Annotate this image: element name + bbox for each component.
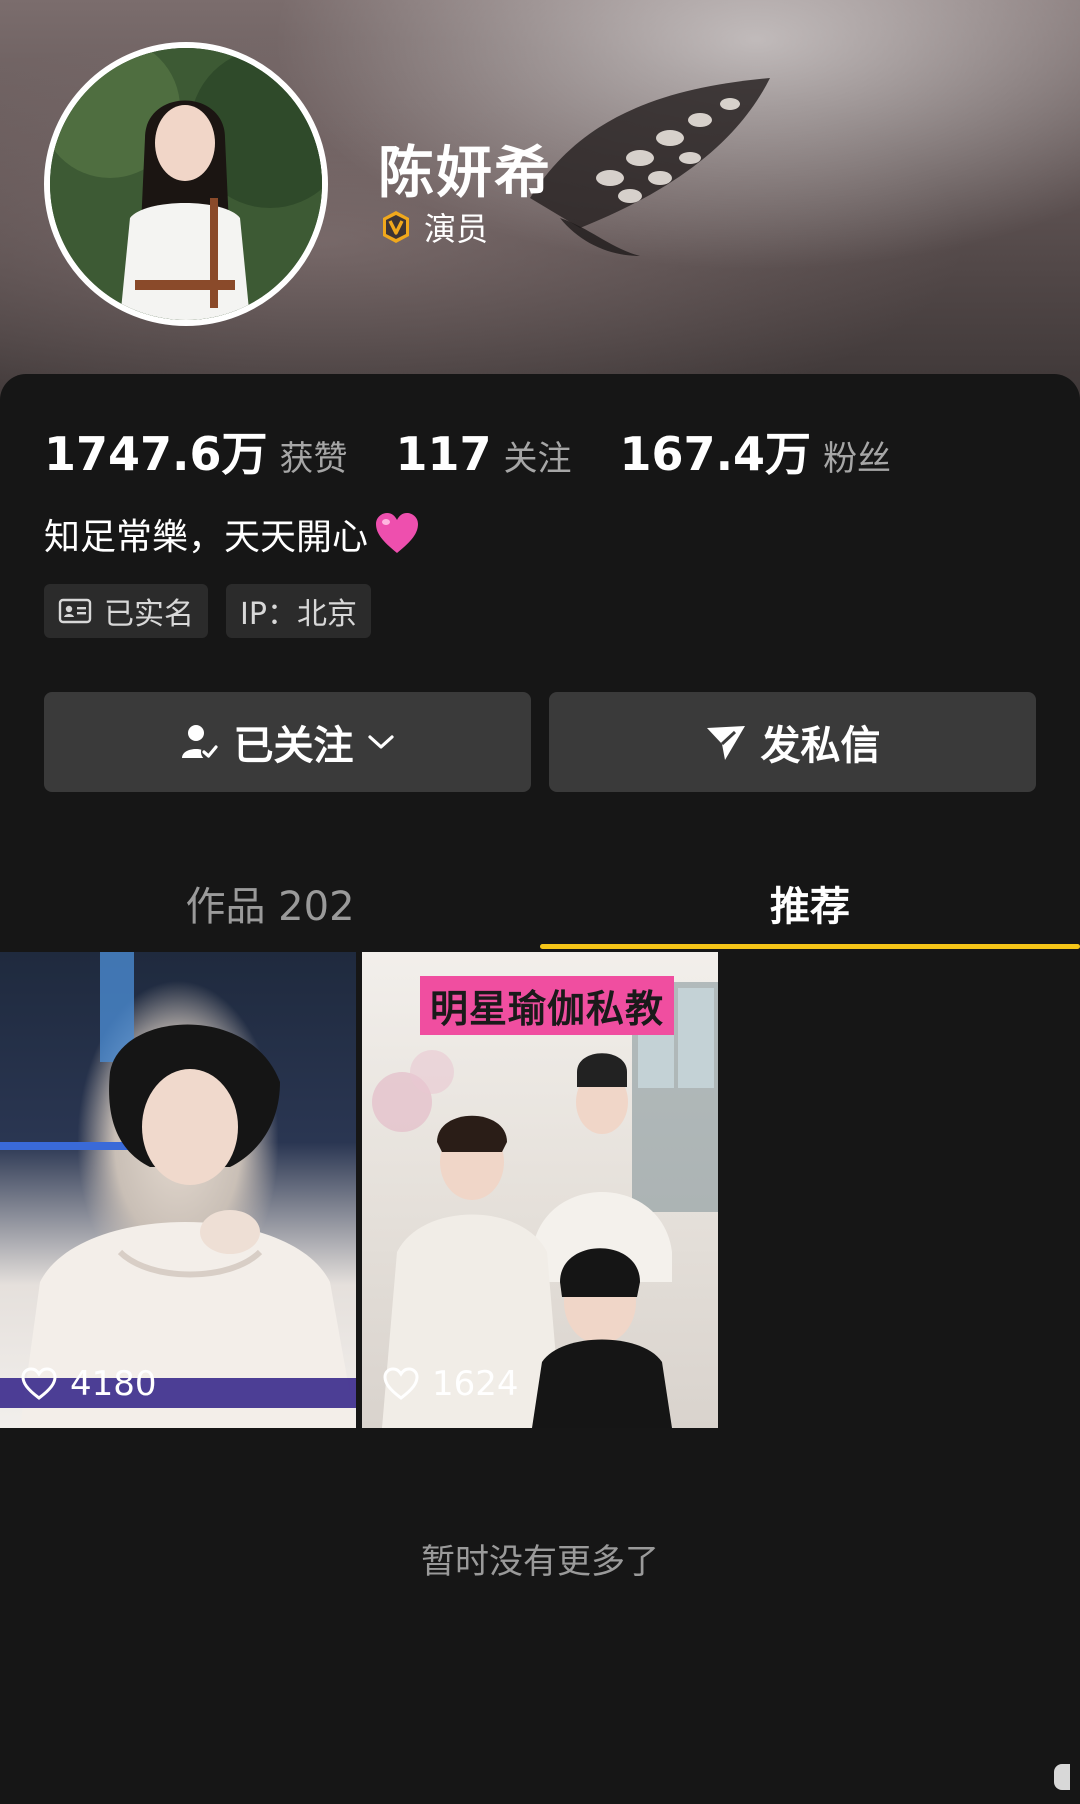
active-tab-indicator: [540, 944, 1080, 949]
like-count: 1624: [432, 1364, 519, 1404]
video-card[interactable]: 明星瑜伽私教 1624: [362, 952, 718, 1428]
paper-plane-icon: [706, 726, 745, 760]
heart-outline-icon: [383, 1367, 419, 1400]
like-row: 4180: [20, 1364, 157, 1404]
pink-heart-icon: [376, 513, 419, 553]
verification-row: 演员: [378, 204, 488, 250]
followed-button[interactable]: 已关注: [44, 692, 531, 792]
followed-label: 已关注: [233, 723, 354, 769]
profile-page: 陈妍希 演员 1747.6万 获赞 117 关注 167.4万 粉丝 知足常樂，…: [0, 0, 1080, 1804]
user-check-icon: [181, 725, 219, 761]
video-grid: 4180 明星瑜伽私教 1624: [0, 952, 718, 1428]
video-card[interactable]: 4180: [0, 952, 356, 1428]
stat-likes-label: 获赞: [279, 439, 348, 479]
send-message-label: 发私信: [760, 723, 881, 769]
avatar-image: [50, 48, 322, 320]
profile-banner: 陈妍希 演员: [0, 0, 1080, 400]
tag-real-name: 已实名: [44, 584, 208, 638]
butterfly-image: [530, 78, 770, 256]
id-card-icon: [58, 598, 92, 624]
stat-likes[interactable]: 1747.6万 获赞: [44, 418, 348, 484]
stat-following[interactable]: 117 关注: [396, 427, 572, 481]
like-row: 1624: [382, 1364, 519, 1404]
profile-name: 陈妍希: [378, 141, 552, 206]
avatar[interactable]: [44, 42, 328, 326]
stat-likes-value: 1747.6万: [44, 427, 268, 481]
send-message-button[interactable]: 发私信: [549, 692, 1036, 792]
no-more-text: 暂时没有更多了: [421, 1542, 659, 1582]
tab-recommended[interactable]: 推荐: [540, 856, 1080, 950]
tab-works[interactable]: 作品 202: [0, 856, 540, 950]
like-count: 4180: [70, 1364, 157, 1404]
action-buttons: 已关注 发私信: [44, 692, 1036, 792]
verified-label: 演员: [424, 210, 489, 248]
stat-followers[interactable]: 167.4万 粉丝: [620, 418, 892, 484]
video-thumbnail: [0, 952, 356, 1428]
tag-ip-label: IP：北京: [240, 597, 357, 632]
tags-row: 已实名 IP：北京: [44, 584, 371, 638]
tag-real-name-label: 已实名: [104, 597, 194, 632]
video-caption-banner: 明星瑜伽私教: [420, 976, 675, 1035]
stat-followers-value: 167.4万: [619, 427, 812, 481]
stat-followers-label: 粉丝: [823, 439, 892, 479]
stats-row: 1747.6万 获赞 117 关注 167.4万 粉丝: [44, 418, 939, 484]
bio: 知足常樂，天天開心: [44, 508, 420, 560]
content-tabs: 作品 202 推荐: [0, 856, 1080, 950]
bio-text: 知足常樂，天天開心: [44, 517, 369, 558]
tag-ip-location: IP：北京: [226, 584, 371, 638]
verified-v-icon: [383, 211, 409, 243]
edge-handle[interactable]: [1054, 1764, 1070, 1790]
stat-following-value: 117: [395, 427, 492, 481]
heart-outline-icon: [21, 1367, 57, 1400]
stat-following-label: 关注: [503, 439, 572, 479]
chevron-down-icon: [367, 735, 394, 749]
